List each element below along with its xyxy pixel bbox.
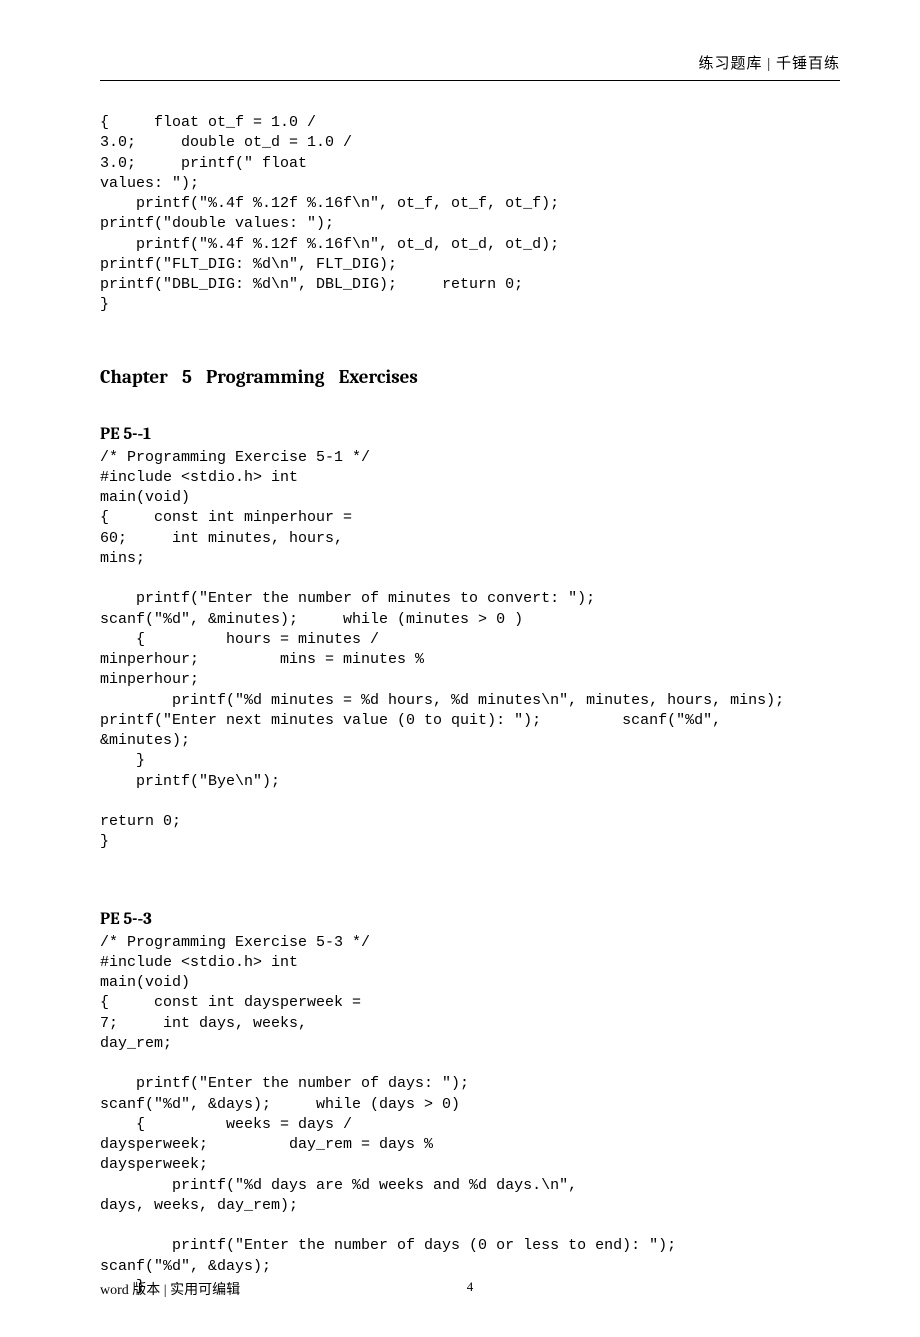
document-page: 练习题库 | 千锤百练 { float ot_f = 1.0 / 3.0; do… <box>0 0 920 1337</box>
page-footer: word 版本 | 实用可编辑 4 <box>100 1279 840 1299</box>
footer-page-number: 4 <box>467 1279 474 1295</box>
code-block-pe-5-3: /* Programming Exercise 5-3 */ #include … <box>100 933 840 1298</box>
pe-5-3-title: PE 5-­‐3 <box>100 909 840 929</box>
chapter-heading: Chapter 5 Programming Exercises <box>100 366 840 388</box>
header-right-text: 练习题库 | 千锤百练 <box>100 52 840 80</box>
footer-left-text: word 版本 | 实用可编辑 <box>100 1283 240 1298</box>
code-block-pe-5-1: /* Programming Exercise 5-1 */ #include … <box>100 448 840 853</box>
pe-5-1-title: PE 5-­‐1 <box>100 424 840 444</box>
section-gap <box>100 853 840 885</box>
code-block-top: { float ot_f = 1.0 / 3.0; double ot_d = … <box>100 113 840 316</box>
header-rule <box>100 80 840 81</box>
